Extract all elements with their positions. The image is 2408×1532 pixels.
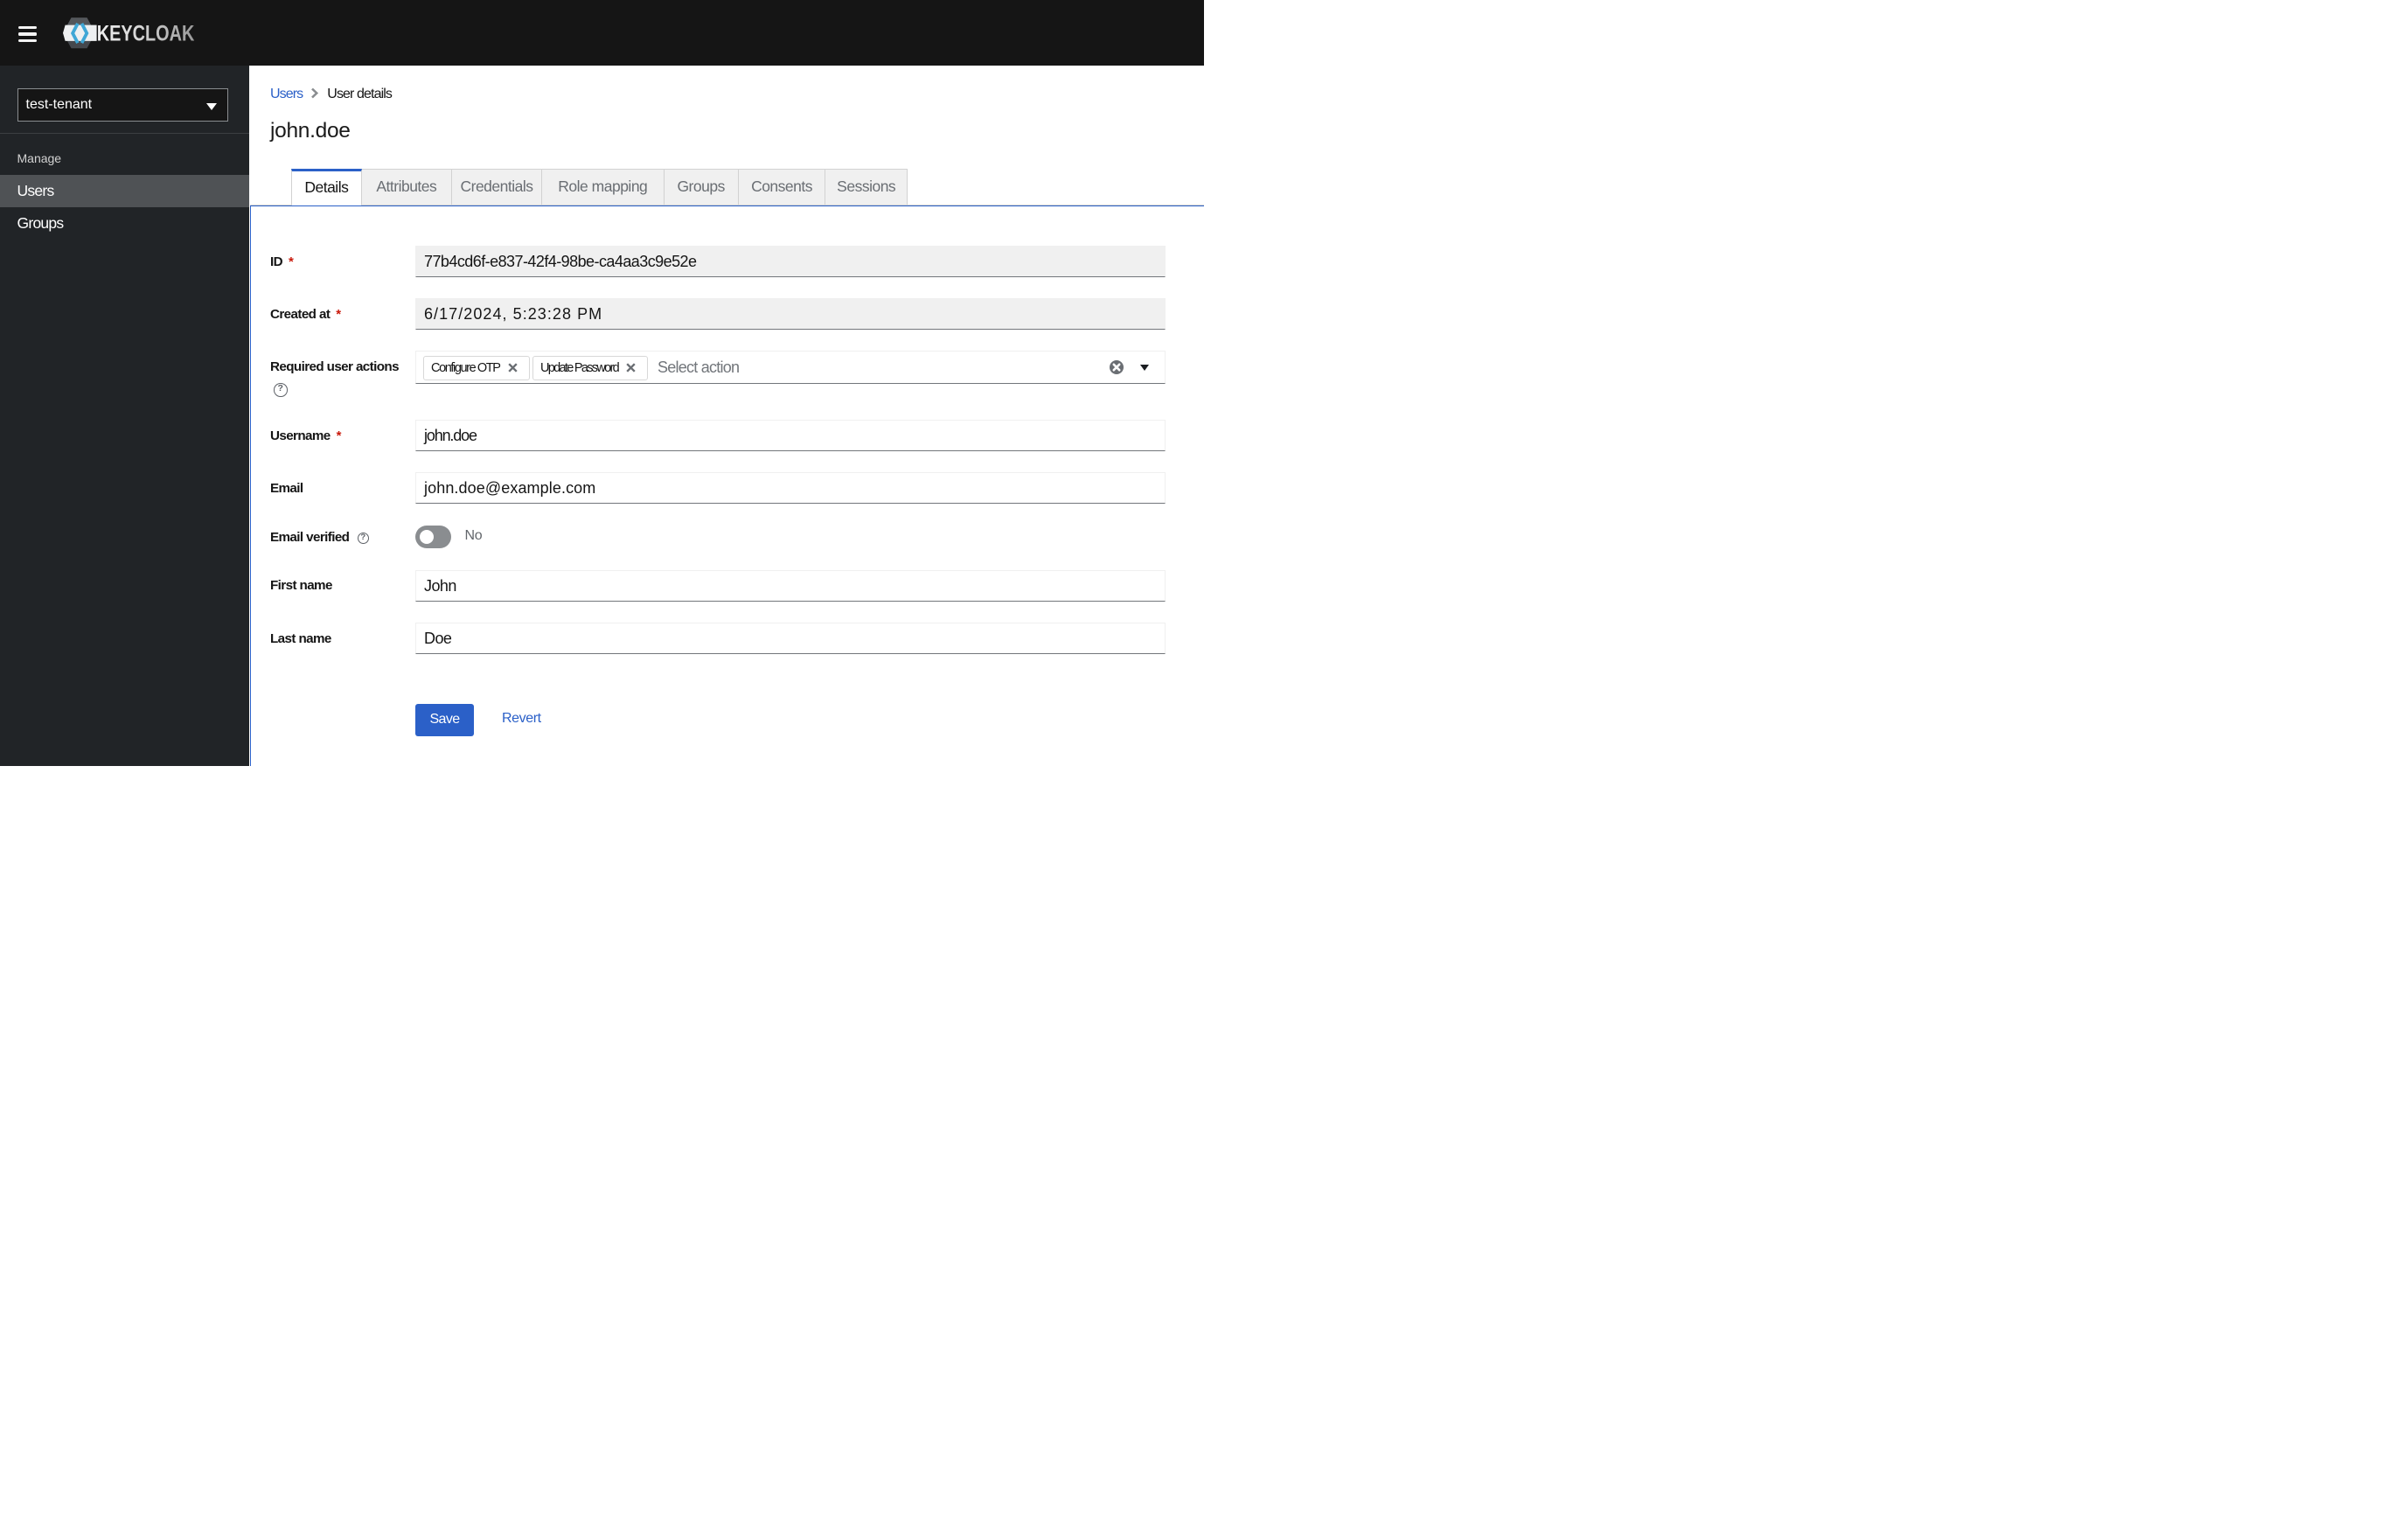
svg-text:KEYCLOAK: KEYCLOAK — [97, 22, 195, 46]
